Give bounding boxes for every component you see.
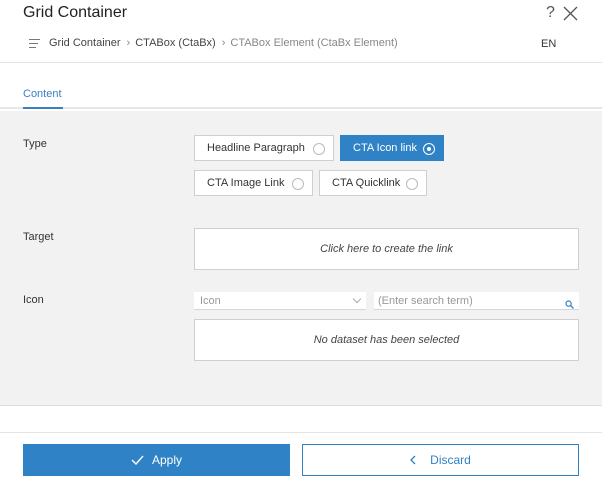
apply-label: Apply	[151, 453, 183, 467]
tab-bar: Content	[0, 63, 602, 109]
option-cta-quicklink[interactable]: CTA Quicklink	[319, 170, 427, 196]
option-cta-image-link[interactable]: CTA Image Link	[194, 170, 313, 196]
option-label: CTA Quicklink	[332, 177, 401, 189]
breadcrumb-item-ctabox[interactable]: CTABox (CtaBx)	[135, 37, 215, 49]
checkmark-icon	[131, 455, 144, 465]
create-link-box[interactable]: Click here to create the link	[194, 228, 579, 270]
help-icon[interactable]: ?	[546, 4, 555, 22]
dialog-header: Grid Container ? Grid Container › CTABox…	[0, 0, 602, 63]
icon-select-value: Icon	[200, 294, 221, 307]
breadcrumb-separator: ›	[126, 37, 131, 49]
breadcrumb-item-grid-container[interactable]: Grid Container	[49, 37, 121, 49]
icon-label: Icon	[23, 294, 44, 306]
option-label: CTA Icon link	[353, 142, 417, 154]
apply-button[interactable]: Apply	[23, 444, 290, 476]
search-input[interactable]	[374, 292, 579, 310]
type-label: Type	[23, 138, 47, 150]
content-panel: Type Headline Paragraph CTA Icon link CT…	[0, 111, 602, 406]
chevron-down-icon	[352, 294, 362, 304]
menu-icon[interactable]	[29, 38, 40, 48]
language-selector[interactable]: EN	[541, 38, 556, 50]
dataset-message-box: No dataset has been selected	[194, 319, 579, 361]
dialog-title: Grid Container	[23, 4, 128, 21]
discard-button[interactable]: Discard	[302, 444, 579, 476]
radio-selected-icon	[423, 143, 435, 155]
tab-content[interactable]: Content	[23, 88, 62, 100]
option-label: CTA Image Link	[207, 177, 285, 189]
radio-icon	[292, 178, 304, 190]
target-label: Target	[23, 231, 54, 243]
radio-icon	[313, 143, 325, 155]
breadcrumb-separator: ›	[221, 37, 226, 49]
active-tab-indicator	[23, 107, 63, 109]
breadcrumb: Grid Container › CTABox (CtaBx) › CTABox…	[29, 36, 398, 50]
radio-icon	[406, 178, 418, 190]
discard-label: Discard	[430, 453, 471, 467]
footer-divider	[0, 432, 602, 433]
option-label: Headline Paragraph	[207, 142, 305, 154]
chevron-left-icon	[410, 455, 416, 465]
option-cta-icon-link[interactable]: CTA Icon link	[340, 135, 444, 161]
breadcrumb-item-ctabox-element: CTABox Element (CtaBx Element)	[230, 37, 398, 49]
icon-select[interactable]: Icon	[194, 292, 366, 310]
close-icon[interactable]	[563, 6, 578, 21]
option-headline-paragraph[interactable]: Headline Paragraph	[194, 135, 334, 161]
search-icon[interactable]	[565, 296, 574, 309]
